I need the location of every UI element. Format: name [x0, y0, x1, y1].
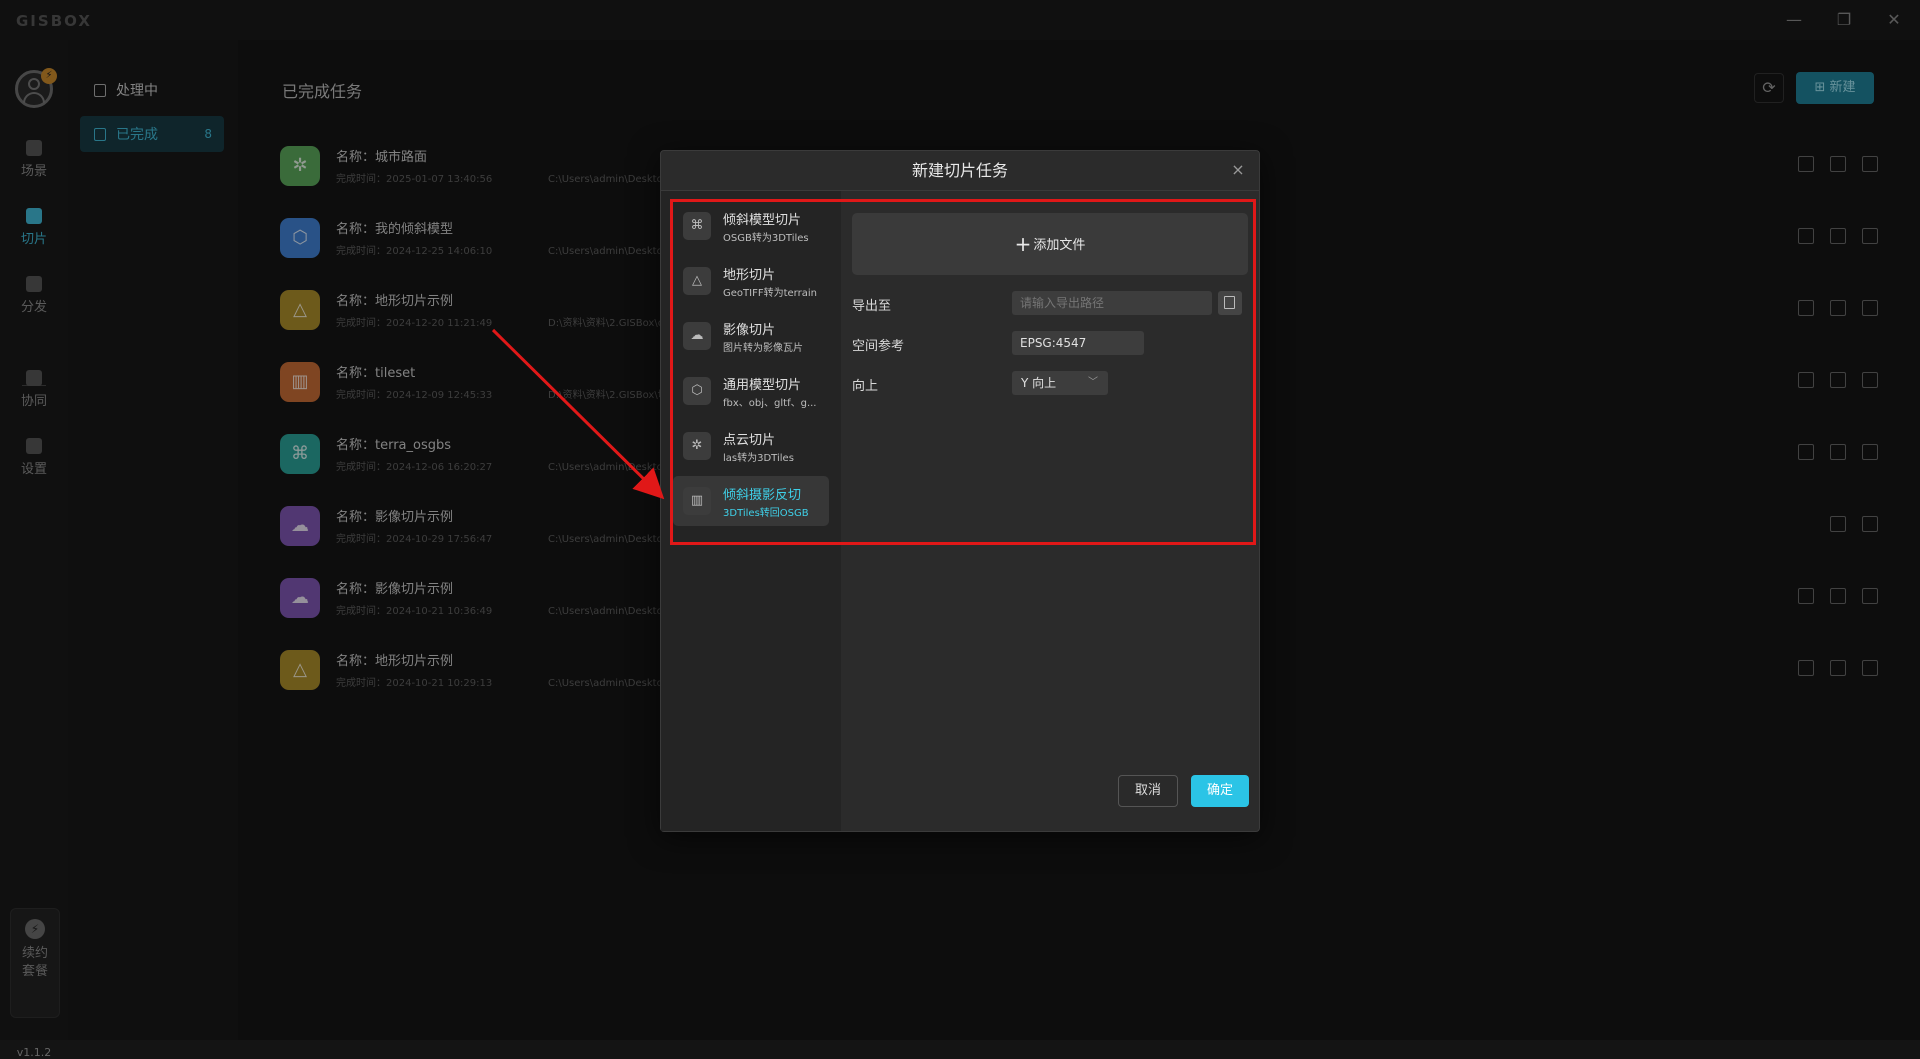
tile-type-title: 影像切片: [723, 323, 776, 338]
tile-type-icon: ⬡: [683, 377, 711, 405]
tile-type-icon: ✲: [683, 432, 711, 460]
export-path-input[interactable]: [1012, 291, 1212, 315]
folder-icon: [1224, 296, 1235, 309]
tile-type-subtitle: 3DTiles转回OSGB: [723, 508, 809, 519]
chevron-down-icon: ﹀: [1088, 377, 1098, 388]
tile-task-form: +添加文件 导出至 空间参考 EPSG:4547 向上 Y 向上 ﹀ 取消 确定: [841, 191, 1259, 831]
confirm-button[interactable]: 确定: [1191, 775, 1249, 807]
tile-type-subtitle: fbx、obj、gltf、g...: [723, 398, 817, 409]
tile-type-title: 通用模型切片: [723, 378, 802, 393]
cancel-button[interactable]: 取消: [1118, 775, 1178, 807]
add-file-label: 添加文件: [1033, 238, 1086, 253]
srs-input[interactable]: EPSG:4547: [1012, 331, 1144, 355]
browse-folder-button[interactable]: [1218, 291, 1242, 315]
export-label: 导出至: [852, 299, 892, 314]
tile-type-list: ⌘ 倾斜模型切片 OSGB转为3DTiles △ 地形切片 GeoTIFF转为terrai…: [661, 191, 841, 831]
tile-type-subtitle: las转为3DTiles: [723, 453, 794, 464]
tile-type-item[interactable]: ⌘ 倾斜模型切片 OSGB转为3DTiles: [673, 201, 829, 251]
tile-type-title: 倾斜摄影反切: [723, 488, 802, 503]
tile-type-subtitle: GeoTIFF转为terrain: [723, 288, 817, 299]
add-file-button[interactable]: + 添加文件: [852, 213, 1248, 275]
tile-type-item[interactable]: △ 地形切片 GeoTIFF转为terrain: [673, 256, 829, 306]
new-tile-task-dialog: 新建切片任务 × ⌘ 倾斜模型切片 OSGB转为3DTiles △ 地形切片 GeoTIF…: [660, 150, 1260, 832]
tile-type-icon: ▥: [683, 487, 711, 515]
tile-type-title: 地形切片: [723, 268, 776, 283]
version-label: v1.1.2: [16, 1046, 52, 1059]
srs-label: 空间参考: [852, 339, 905, 354]
tile-type-item[interactable]: ▥ 倾斜摄影反切 3DTiles转回OSGB: [673, 476, 829, 526]
up-axis-select[interactable]: Y 向上 ﹀: [1012, 371, 1108, 395]
dialog-close-button[interactable]: ×: [1229, 161, 1247, 179]
tile-type-title: 点云切片: [723, 433, 776, 448]
tile-type-icon: △: [683, 267, 711, 295]
tile-type-icon: ☁: [683, 322, 711, 350]
up-axis-label: 向上: [852, 379, 879, 394]
tile-type-item[interactable]: ☁ 影像切片图片转为影像瓦片: [673, 311, 829, 361]
tile-type-item[interactable]: ✲ 点云切片 las转为3DTiles: [673, 421, 829, 471]
tile-type-subtitle: 图片转为影像瓦片: [723, 343, 803, 354]
tile-type-icon: ⌘: [683, 212, 711, 240]
up-axis-value: Y 向上: [1021, 376, 1057, 390]
tile-type-subtitle: OSGB转为3DTiles: [723, 233, 809, 244]
plus-icon: +: [1014, 232, 1032, 256]
dialog-title: 新建切片任务: [661, 151, 1259, 191]
tile-type-title: 倾斜模型切片: [723, 213, 802, 228]
tile-type-item[interactable]: ⬡ 通用模型切片 fbx、obj、gltf、g...: [673, 366, 829, 416]
